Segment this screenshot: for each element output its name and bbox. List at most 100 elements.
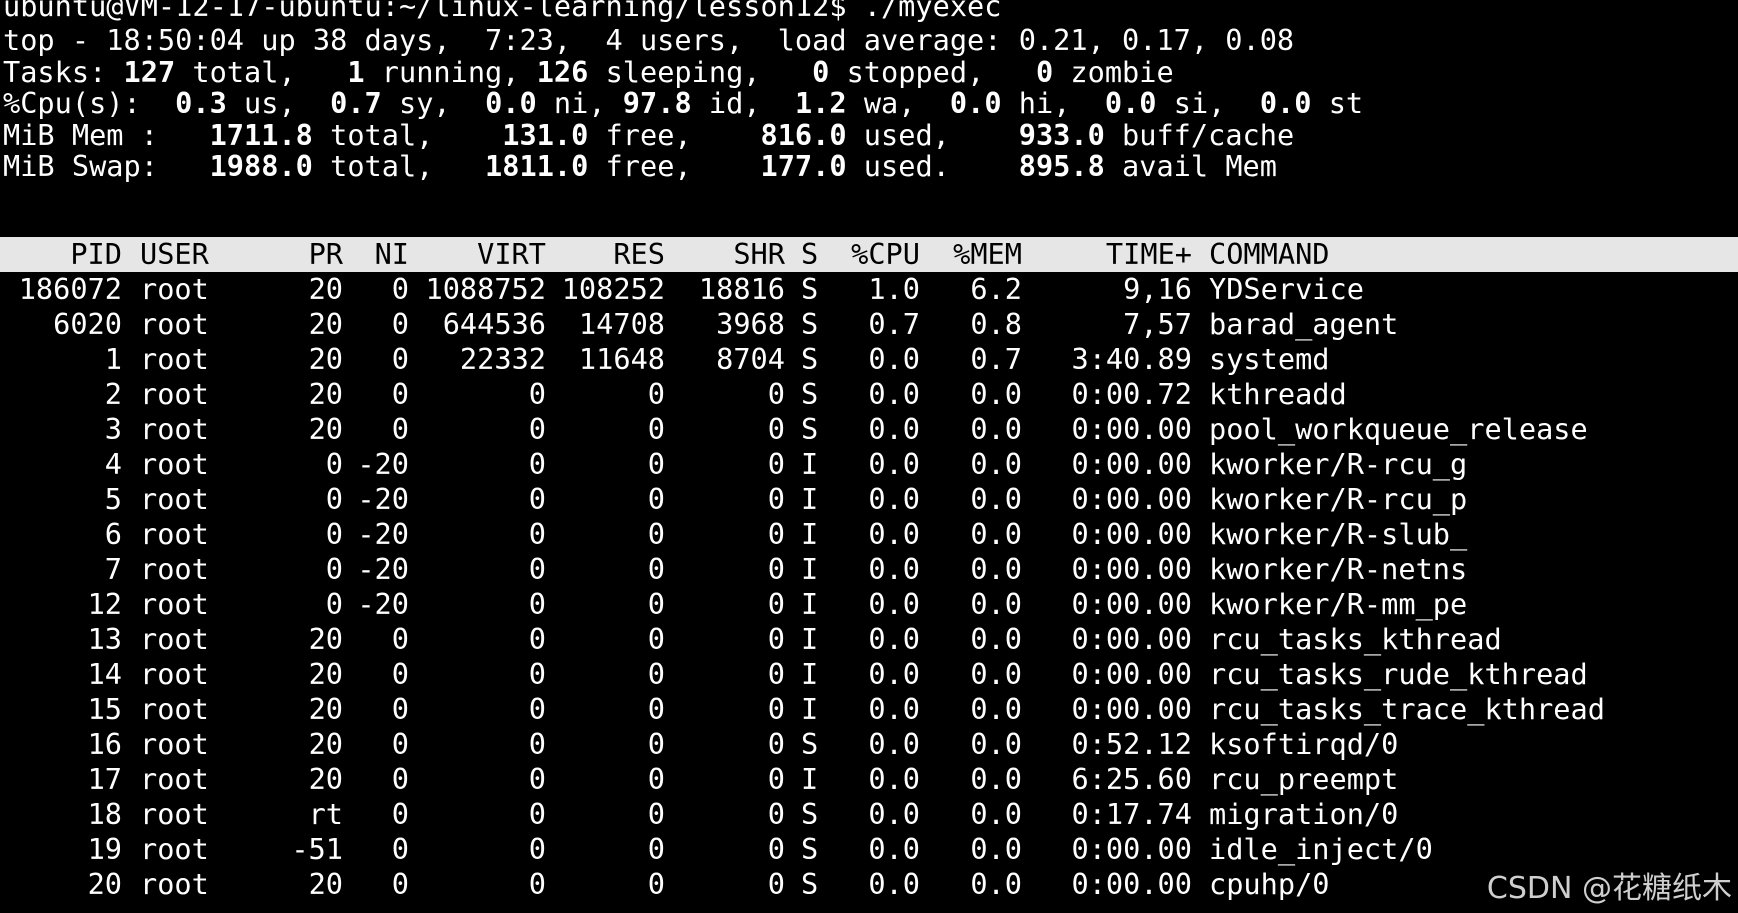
process-mem: 0.0: [970, 622, 1022, 656]
mem-free-label: free,: [588, 118, 761, 152]
process-row[interactable]: 20 root 20 0 0 0 0 S 0.0 0.0 0:00.00 cpuhp/0: [0, 867, 1738, 902]
process-pr: 0: [325, 447, 343, 481]
cpu-wa-label: wa,: [846, 86, 950, 120]
column-header-state[interactable]: S: [801, 237, 831, 272]
mem-free-value: 131.0: [502, 118, 589, 152]
process-pr: 20: [308, 272, 343, 306]
process-row[interactable]: 4 root 0 -20 0 0 0 I 0.0 0.0 0:00.00 kworker/R-rcu_…: [0, 447, 1738, 482]
cpu-sy-value: 0.7: [330, 86, 382, 120]
process-row[interactable]: 14 root 20 0 0 0 0 I 0.0 0.0 0:00.00 rcu_tasks_rude…: [0, 657, 1738, 692]
process-pid: 16: [87, 727, 122, 761]
process-res: 0: [647, 482, 665, 516]
process-res: 0: [647, 377, 665, 411]
process-state: I: [801, 517, 819, 551]
swap-total-value: 1988.0: [209, 149, 313, 183]
process-row[interactable]: 7 root 0 -20 0 0 0 I 0.0 0.0 0:00.00 kworker/R-netn…: [0, 552, 1738, 587]
process-state: S: [801, 797, 819, 831]
process-virt: 0: [528, 377, 546, 411]
process-row[interactable]: 1 root 20 0 22332 11648 8704 S 0.0 0.7 3:40.89 syst…: [0, 342, 1738, 377]
process-row[interactable]: 2 root 20 0 0 0 0 S 0.0 0.0 0:00.72 kthreadd: [0, 377, 1738, 412]
process-pr: 20: [308, 622, 343, 656]
process-res: 0: [647, 867, 665, 901]
process-virt: 0: [528, 482, 546, 516]
process-pid: 18: [87, 797, 122, 831]
process-virt: 0: [528, 412, 546, 446]
process-row[interactable]: 16 root 20 0 0 0 0 S 0.0 0.0 0:52.12 ksoftirqd/0: [0, 727, 1738, 762]
process-state: S: [801, 377, 819, 411]
column-header-cpu[interactable]: %CPU: [831, 237, 920, 272]
process-shr: 0: [767, 832, 785, 866]
mem-total-value: 1711.8: [209, 118, 313, 152]
process-command: kthreadd: [1209, 377, 1347, 411]
process-row[interactable]: 3 root 20 0 0 0 0 S 0.0 0.0 0:00.00 pool_workqueue_…: [0, 412, 1738, 447]
process-mem: 0.0: [970, 727, 1022, 761]
process-virt: 0: [528, 867, 546, 901]
cpu-id-label: id,: [691, 86, 795, 120]
process-pid: 14: [87, 657, 122, 691]
cpu-ni-value: 0.0: [485, 86, 537, 120]
process-time: 0:00.00: [1071, 482, 1192, 516]
process-shr: 0: [767, 447, 785, 481]
column-header-pid[interactable]: PID: [0, 237, 122, 272]
process-row[interactable]: 18 root rt 0 0 0 0 S 0.0 0.0 0:17.74 migration/0: [0, 797, 1738, 832]
process-pid: 2: [104, 377, 122, 411]
column-header-mem[interactable]: %MEM: [920, 237, 1022, 272]
process-pid: 1: [104, 342, 122, 376]
cpu-wa-value: 1.2: [794, 86, 847, 120]
process-pid: 3: [104, 412, 122, 446]
shell-prompt-line: ubuntu@VM-12-17-ubuntu:~/linux-learning/…: [3, 0, 1002, 23]
process-res: 0: [647, 412, 665, 446]
process-row[interactable]: 15 root 20 0 0 0 0 I 0.0 0.0 0:00.00 rcu_tasks_trac…: [0, 692, 1738, 727]
process-row[interactable]: 5 root 0 -20 0 0 0 I 0.0 0.0 0:00.00 kworker/R-rcu_…: [0, 482, 1738, 517]
cpu-st-label: st: [1311, 86, 1364, 120]
cpu-line: %Cpu(s): 0.3 us, 0.7 sy, 0.0 ni, 97.8 id…: [3, 86, 1363, 121]
process-row[interactable]: 6020 root 20 0 644536 14708 3968 S 0.7 0.8 7,57 bar…: [0, 307, 1738, 342]
process-pid: 17: [87, 762, 122, 796]
process-command: rcu_tasks_kthread: [1209, 622, 1502, 656]
top-uptime-line: top - 18:50:04 up 38 days, 7:23, 4 users…: [3, 23, 1294, 58]
process-row[interactable]: 6 root 0 -20 0 0 0 I 0.0 0.0 0:00.00 kworker/R-slub…: [0, 517, 1738, 552]
process-pid: 7: [104, 552, 122, 586]
process-command: barad_agent: [1209, 307, 1399, 341]
process-row[interactable]: 12 root 0 -20 0 0 0 I 0.0 0.0 0:00.00 kworker/R-mm_…: [0, 587, 1738, 622]
column-header-res[interactable]: RES: [546, 237, 665, 272]
process-command: ksoftirqd/0: [1209, 727, 1399, 761]
process-shr: 0: [767, 587, 785, 621]
column-header-virt[interactable]: VIRT: [409, 237, 546, 272]
process-row[interactable]: 13 root 20 0 0 0 0 I 0.0 0.0 0:00.00 rcu_tasks_kthr…: [0, 622, 1738, 657]
process-time: 7,57: [1123, 307, 1192, 341]
process-res: 0: [647, 692, 665, 726]
column-header-command[interactable]: COMMAND: [1209, 237, 1729, 272]
column-header-time[interactable]: TIME+: [1022, 237, 1192, 272]
process-mem: 0.7: [970, 342, 1022, 376]
cpu-st-value: 0.0: [1259, 86, 1312, 120]
column-header-pr[interactable]: PR: [260, 237, 343, 272]
process-ni: -20: [357, 587, 409, 621]
process-mem: 0.0: [970, 797, 1022, 831]
process-res: 0: [647, 517, 665, 551]
process-virt: 644536: [442, 307, 546, 341]
column-header-ni[interactable]: NI: [340, 237, 409, 272]
process-cpu: 0.0: [868, 447, 920, 481]
cpu-ni-label: ni,: [536, 86, 623, 120]
process-pid: 19: [87, 832, 122, 866]
column-header-shr[interactable]: SHR: [665, 237, 785, 272]
process-command: rcu_tasks_rude_kthread: [1209, 657, 1588, 691]
process-row[interactable]: 186072 root 20 0 1088752 108252 18816 S 1.0 6.2 9,…: [0, 272, 1738, 307]
process-virt: 0: [528, 762, 546, 796]
process-virt: 1088752: [425, 272, 546, 306]
process-res: 0: [647, 797, 665, 831]
cpu-id-value: 97.8: [622, 86, 692, 120]
process-time: 0:00.00: [1071, 692, 1192, 726]
process-time: 0:52.12: [1071, 727, 1192, 761]
cpu-us-label: us,: [226, 86, 331, 120]
process-row[interactable]: 17 root 20 0 0 0 0 I 0.0 0.0 6:25.60 rcu_preempt: [0, 762, 1738, 797]
process-command: kworker/R-rcu_g: [1209, 447, 1468, 481]
cpu-hi-value: 0.0: [949, 86, 1002, 120]
process-row[interactable]: 19 root -51 0 0 0 0 S 0.0 0.0 0:00.00 idle_inject/0: [0, 832, 1738, 867]
process-cpu: 0.0: [868, 622, 920, 656]
process-shr: 3968: [716, 307, 785, 341]
process-shr: 0: [767, 797, 785, 831]
process-virt: 0: [528, 587, 546, 621]
terminal-window[interactable]: ubuntu@VM-12-17-ubuntu:~/linux-learning/…: [0, 0, 1738, 913]
